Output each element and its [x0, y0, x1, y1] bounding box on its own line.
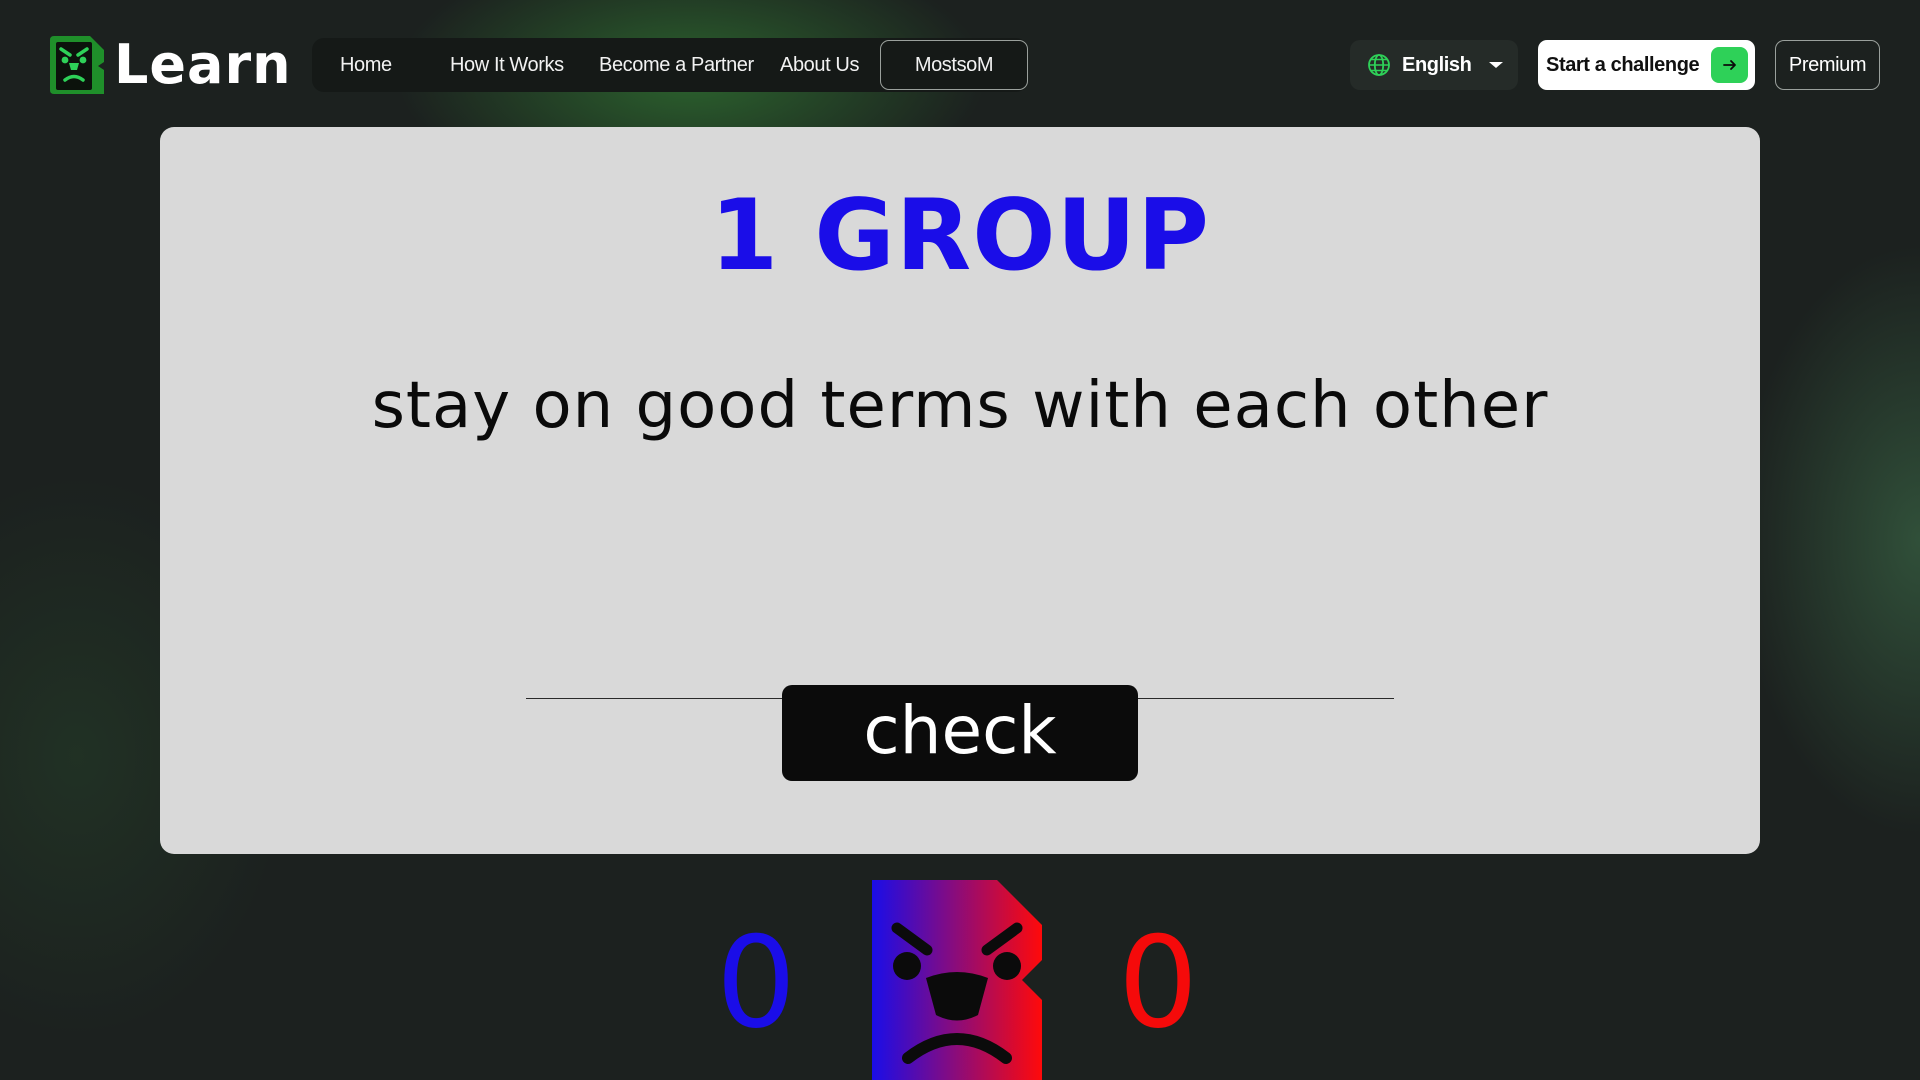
group-title: 1 GROUP — [710, 179, 1210, 293]
challenge-phrase: stay on good terms with each other — [371, 369, 1549, 443]
logo[interactable]: Learn — [50, 36, 292, 94]
logo-text: Learn — [114, 33, 292, 96]
challenge-card: 1 GROUP stay on good terms with each oth… — [160, 127, 1760, 854]
angry-face-logo-icon — [50, 36, 104, 94]
nav-home[interactable]: Home — [340, 54, 392, 77]
blue-score: 0 — [716, 909, 797, 1056]
nav-user-account[interactable]: MostsoM — [880, 40, 1028, 90]
language-selector[interactable]: English — [1350, 40, 1518, 90]
nav-about-us[interactable]: About Us — [780, 54, 859, 77]
nav-become-partner[interactable]: Become a Partner — [599, 54, 754, 77]
globe-icon — [1368, 54, 1390, 76]
check-button[interactable]: check — [782, 685, 1138, 781]
nav-how-it-works[interactable]: How It Works — [450, 54, 564, 77]
premium-button[interactable]: Premium — [1775, 40, 1880, 90]
start-challenge-button[interactable]: Start a challenge — [1538, 40, 1755, 90]
main-nav: Home How It Works Become a Partner About… — [312, 38, 1028, 92]
language-label: English — [1402, 53, 1472, 76]
arrow-right-icon — [1711, 47, 1748, 83]
red-score: 0 — [1118, 909, 1199, 1056]
angry-face-mascot-icon — [872, 880, 1042, 1080]
chevron-down-icon — [1489, 62, 1504, 68]
start-challenge-label: Start a challenge — [1546, 53, 1700, 76]
